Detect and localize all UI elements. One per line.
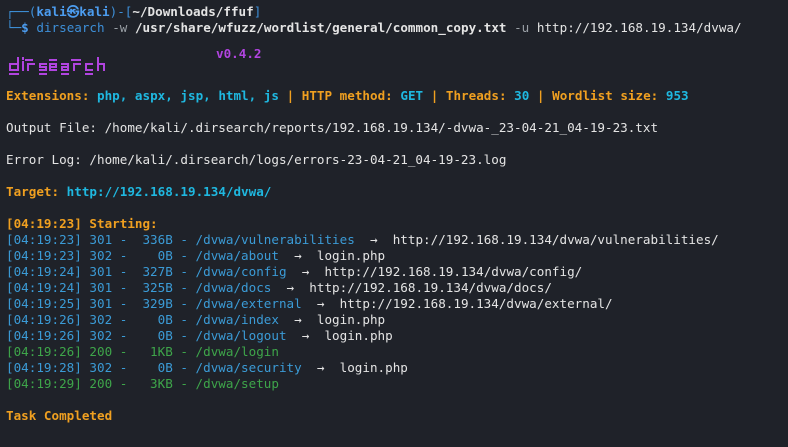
result-row: [04:19:25] 301 - 329B - /dvwa/external →…: [6, 296, 788, 312]
arrow-right-icon: →: [354, 232, 393, 247]
prompt-dollar: $: [21, 20, 29, 35]
target-label: Target:: [6, 184, 60, 199]
method-value: GET: [400, 88, 424, 103]
prompt-bracket-end: ]: [253, 4, 262, 19]
arrow-right-icon: →: [278, 312, 317, 327]
separator: |: [536, 88, 545, 103]
result-row: [04:19:26] 302 - 0B - /dvwa/logout → log…: [6, 328, 788, 344]
arrow-right-icon: →: [286, 264, 325, 279]
starting-line: [04:19:23] Starting:: [6, 216, 158, 231]
banner: v0.4.2: [6, 40, 788, 84]
command-line[interactable]: └─$ dirsearch -w /usr/share/wfuzz/wordli…: [6, 20, 788, 36]
result-row: [04:19:26] 200 - 1KB - /dvwa/login: [6, 344, 788, 360]
result-redirect: http://192.168.19.134/dvwa/config/: [324, 264, 583, 279]
arg-u: -u: [514, 20, 530, 35]
error-log-line: Error Log: /home/kali/.dirsearch/logs/er…: [6, 152, 507, 167]
prompt-corner-bottom: └─: [6, 20, 22, 35]
result-redirect: http://192.168.19.134/dvwa/docs/: [309, 280, 552, 295]
result-status: [04:19:23] 302 - 0B - /dvwa/about: [6, 248, 279, 263]
result-redirect: http://192.168.19.134/dvwa/external/: [339, 296, 613, 311]
result-row: [04:19:23] 302 - 0B - /dvwa/about → logi…: [6, 248, 788, 264]
task-completed-line: Task Completed: [6, 408, 113, 423]
result-status: [04:19:29] 200 - 3KB - /dvwa/setup: [6, 376, 279, 391]
wordlist-path: /usr/share/wfuzz/wordlist/general/common…: [134, 20, 507, 35]
result-status: [04:19:26] 302 - 0B - /dvwa/logout: [6, 328, 287, 343]
prompt-path: ~/Downloads/ffuf: [132, 4, 254, 19]
method-label: HTTP method:: [301, 88, 393, 103]
result-redirect: http://192.168.19.134/dvwa/vulnerabiliti…: [392, 232, 719, 247]
config-line: Extensions: php, aspx, jsp, html, js | H…: [6, 88, 788, 104]
separator: |: [286, 88, 295, 103]
arrow-right-icon: →: [301, 296, 340, 311]
result-row: [04:19:24] 301 - 325B - /dvwa/docs → htt…: [6, 280, 788, 296]
output-file-line: Output File: /home/kali/.dirsearch/repor…: [6, 120, 659, 135]
wordlist-size-value: 953: [665, 88, 689, 103]
command-url: http://192.168.19.134/dvwa/: [536, 20, 742, 35]
result-row: [04:19:24] 301 - 327B - /dvwa/config → h…: [6, 264, 788, 280]
results-list: [04:19:23] 301 - 336B - /dvwa/vulnerabil…: [6, 232, 788, 392]
result-redirect: login.php: [324, 328, 393, 343]
prompt-user: kali: [36, 4, 67, 19]
separator: |: [430, 88, 439, 103]
terminal-window[interactable]: ┌──(kali㉿kali)-[~/Downloads/ffuf] └─$ di…: [0, 0, 788, 447]
command-name: dirsearch: [36, 20, 105, 35]
result-status: [04:19:24] 301 - 327B - /dvwa/config: [6, 264, 287, 279]
arrow-right-icon: →: [271, 280, 310, 295]
threads-label: Threads:: [445, 88, 507, 103]
target-line: Target: http://192.168.19.134/dvwa/: [6, 184, 788, 200]
result-status: [04:19:26] 302 - 0B - /dvwa/index: [6, 312, 279, 327]
extensions-value: php, aspx, jsp, html, js: [97, 88, 279, 103]
result-status: [04:19:26] 200 - 1KB - /dvwa/login: [6, 344, 279, 359]
target-url: http://192.168.19.134/dvwa/: [66, 184, 272, 199]
at-symbol-icon: ㉿: [66, 4, 80, 19]
arrow-right-icon: →: [278, 248, 317, 263]
result-redirect: login.php: [339, 360, 408, 375]
result-redirect: login.php: [316, 312, 386, 327]
version-label: v0.4.2: [216, 46, 262, 61]
prompt-host: kali: [79, 4, 110, 19]
arrow-right-icon: →: [301, 360, 340, 375]
wordlist-size-label: Wordlist size:: [552, 88, 659, 103]
arg-w: -w: [112, 20, 128, 35]
extensions-label: Extensions:: [6, 88, 90, 103]
result-row: [04:19:23] 301 - 336B - /dvwa/vulnerabil…: [6, 232, 788, 248]
result-redirect: login.php: [316, 248, 386, 263]
prompt-corner-top: ┌──(: [6, 4, 37, 19]
result-status: [04:19:23] 301 - 336B - /dvwa/vulnerabil…: [6, 232, 355, 247]
dirsearch-logo-icon: [9, 57, 105, 75]
arrow-right-icon: →: [286, 328, 325, 343]
result-status: [04:19:24] 301 - 325B - /dvwa/docs: [6, 280, 272, 295]
result-status: [04:19:28] 302 - 0B - /dvwa/security: [6, 360, 302, 375]
result-row: [04:19:28] 302 - 0B - /dvwa/security → l…: [6, 360, 788, 376]
result-row: [04:19:26] 302 - 0B - /dvwa/index → logi…: [6, 312, 788, 328]
prompt-line: ┌──(kali㉿kali)-[~/Downloads/ffuf]: [6, 4, 788, 20]
prompt-bracket-mid: )-[: [109, 4, 133, 19]
threads-value: 30: [514, 88, 530, 103]
result-status: [04:19:25] 301 - 329B - /dvwa/external: [6, 296, 302, 311]
result-row: [04:19:29] 200 - 3KB - /dvwa/setup: [6, 376, 788, 392]
